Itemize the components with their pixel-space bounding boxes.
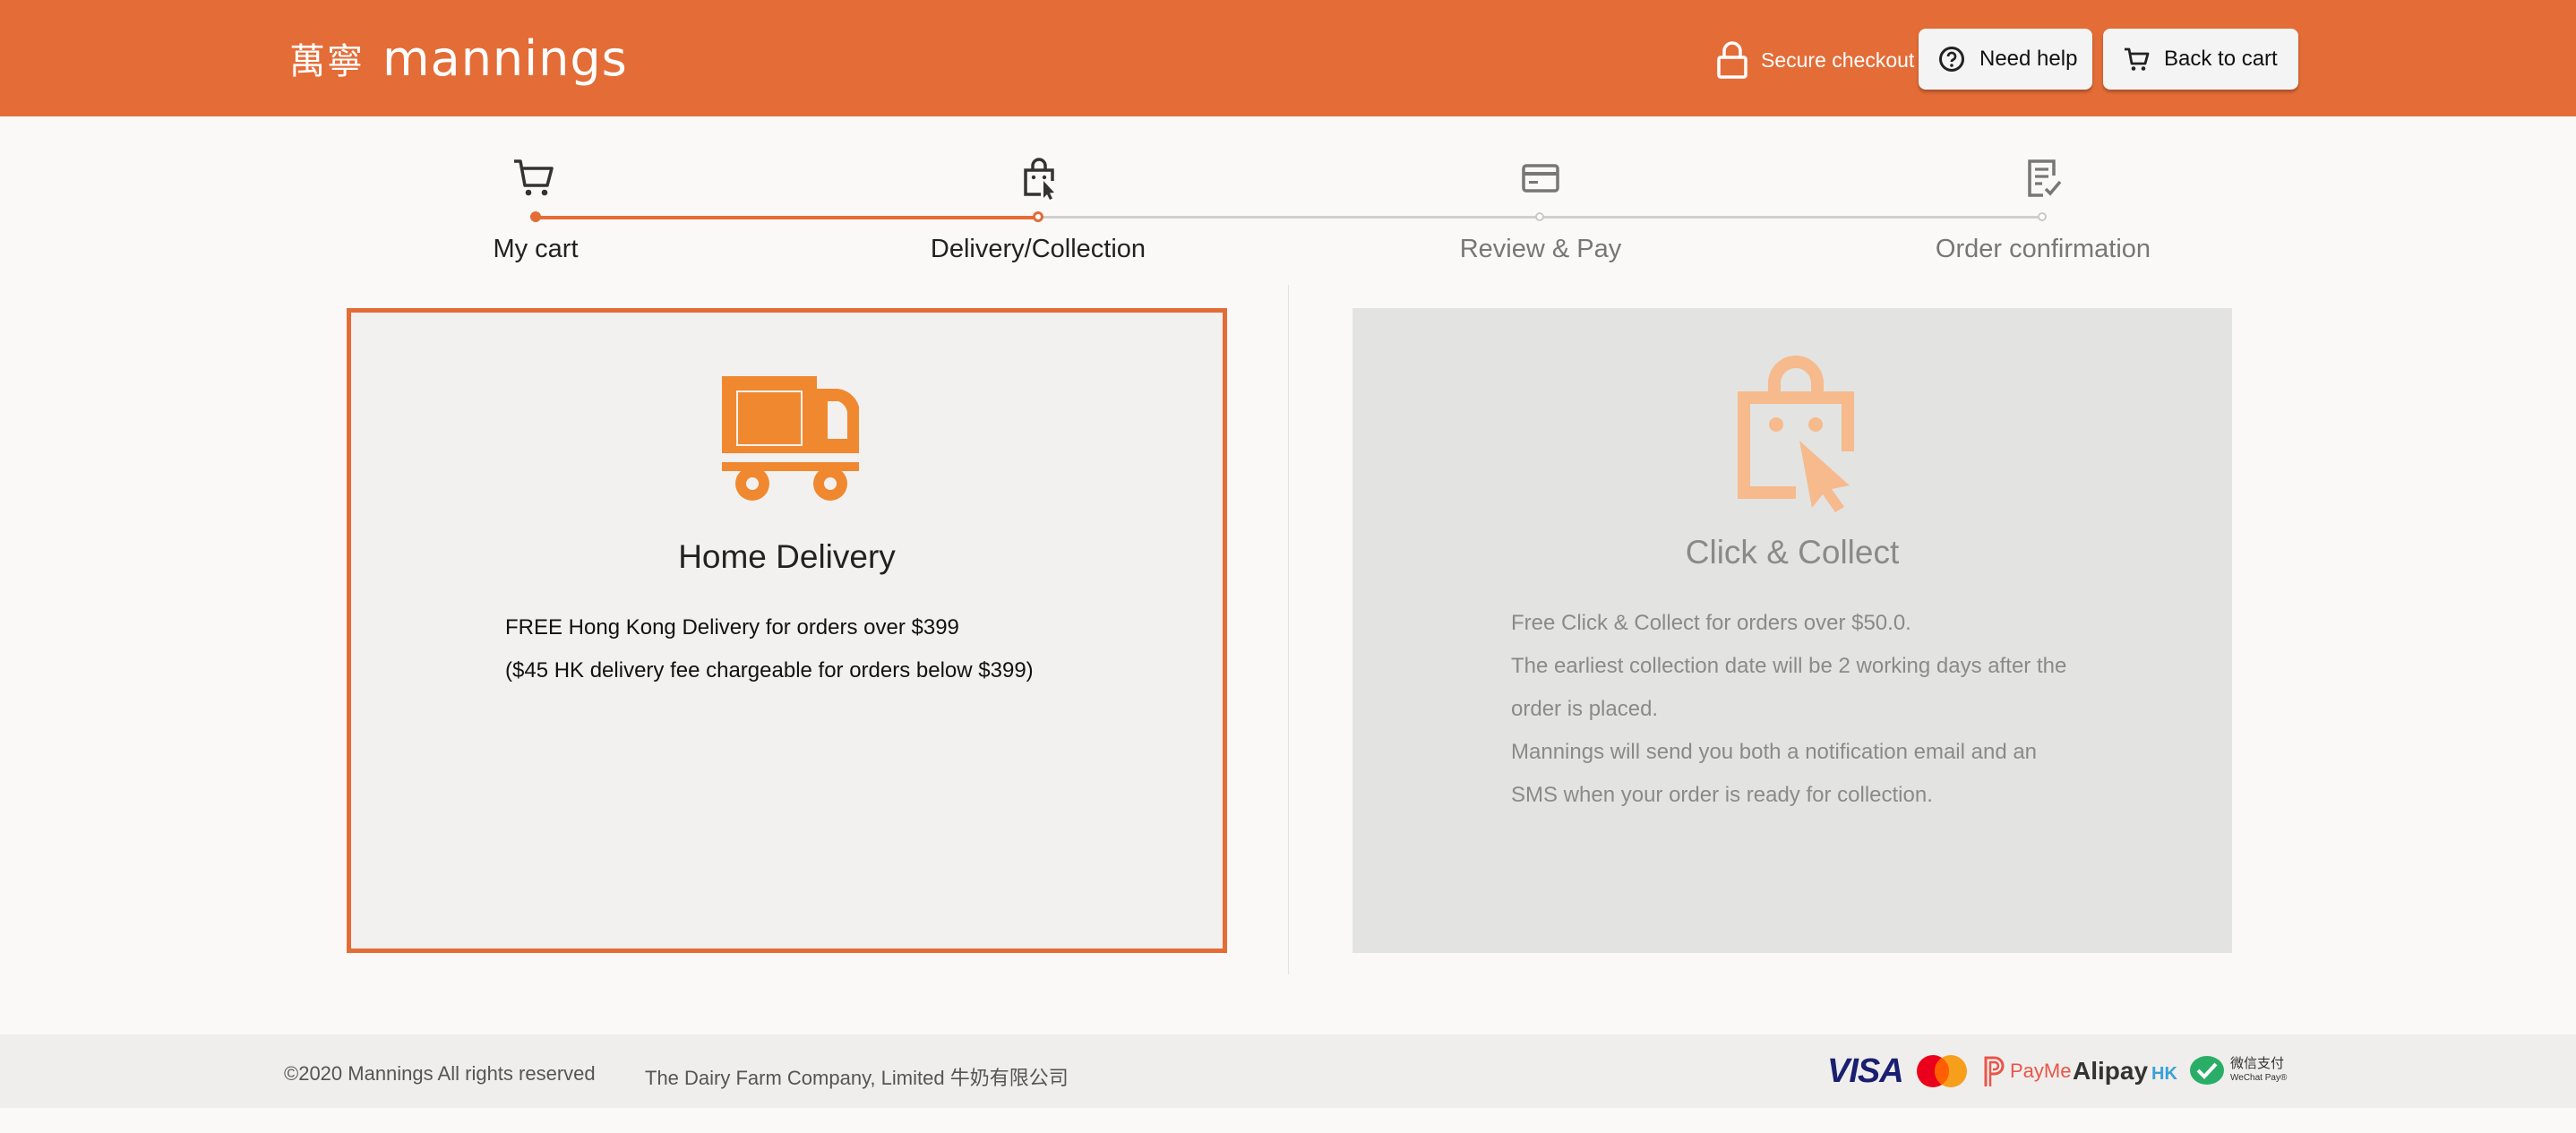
step-dot-my-cart [530,211,541,222]
click-collect-line: Free Click & Collect for orders over $50… [1511,611,1911,635]
step-dot-confirmation [2038,212,2047,221]
alipay-hk-text: HK [2151,1063,2177,1084]
cart-icon [514,159,554,196]
progress-line-completed [536,216,1038,219]
step-review-pay: Review & Pay [1459,235,1622,263]
wechat-pay-cn-text: 微信支付 [2230,1056,2285,1071]
secure-checkout-label: Secure checkout [1761,47,1915,72]
home-delivery-description: FREE Hong Kong Delivery for orders over … [505,606,1034,692]
lock-icon [1717,41,1747,79]
click-collect-line: order is placed. [1511,697,1659,721]
logo-english-text: mannings [382,30,628,87]
step-delivery-collection: Delivery/Collection [930,235,1146,263]
home-delivery-title: Home Delivery [678,538,896,575]
footer: ©2020 Mannings All rights reserved The D… [0,1034,2576,1108]
company-text: The Dairy Farm Company, Limited 牛奶有限公司 [645,1067,1069,1089]
truck-icon [722,376,859,501]
click-collect-title: Click & Collect [1685,534,1900,571]
header-bar: 萬寧 mannings Secure checkout Need help Ba… [0,0,2576,116]
home-delivery-line: ($45 HK delivery fee chargeable for orde… [505,658,1034,682]
home-delivery-line: FREE Hong Kong Delivery for orders over … [505,615,959,639]
need-help-button[interactable]: Need help [1919,29,2092,90]
payme-p-icon [1984,1056,2005,1086]
secure-checkout-badge: Secure checkout [1716,41,1914,79]
mastercard-logo [1917,1055,1967,1087]
step-order-confirmation: Order confirmation [1935,235,2151,263]
step-dot-review [1535,212,1544,221]
alipay-text: Alipay [2073,1057,2149,1085]
mannings-logo[interactable]: 萬寧 mannings [289,27,628,90]
step-my-cart[interactable]: My cart [356,235,715,264]
visa-text: VISA [1827,1051,1904,1090]
question-circle-icon [1939,47,1964,72]
payme-logo: PayMe [1981,1053,2071,1089]
step-dot-delivery [1033,211,1043,222]
card-icon [1522,164,1559,193]
payme-text: PayMe [2010,1060,2072,1082]
click-collect-line: The earliest collection date will be 2 w… [1511,654,2067,678]
copyright-text: ©2020 Mannings All rights reserved [284,1062,596,1085]
wechat-pay-en-text: WeChat Pay® [2230,1073,2288,1083]
alipay-hk-logo: Alipay HK [2073,1053,2177,1089]
click-collect-line: SMS when your order is ready for collect… [1511,783,1933,807]
visa-logo: VISA [1827,1051,1904,1090]
bag-cursor-icon [1024,158,1054,200]
receipt-check-icon [2028,159,2062,197]
click-collect-description: Free Click & Collect for orders over $50… [1511,602,2066,817]
wechat-pay-logo: 微信支付 WeChat Pay® [2189,1053,2287,1089]
back-to-cart-label: Back to cart [2164,47,2278,71]
need-help-label: Need help [1979,47,2078,71]
cart-icon [2125,47,2150,71]
bag-cursor-icon [1738,356,1854,512]
logo-chinese-text: 萬寧 [289,41,365,82]
home-delivery-option[interactable]: Home Delivery FREE Hong Kong Delivery fo… [347,308,1227,953]
back-to-cart-button[interactable]: Back to cart [2103,29,2298,90]
options-divider [1288,285,1289,974]
wechat-icon [2190,1056,2224,1085]
click-and-collect-option[interactable]: Click & Collect Free Click & Collect for… [1352,308,2232,953]
click-collect-line: Mannings will send you both a notificati… [1511,740,2038,764]
